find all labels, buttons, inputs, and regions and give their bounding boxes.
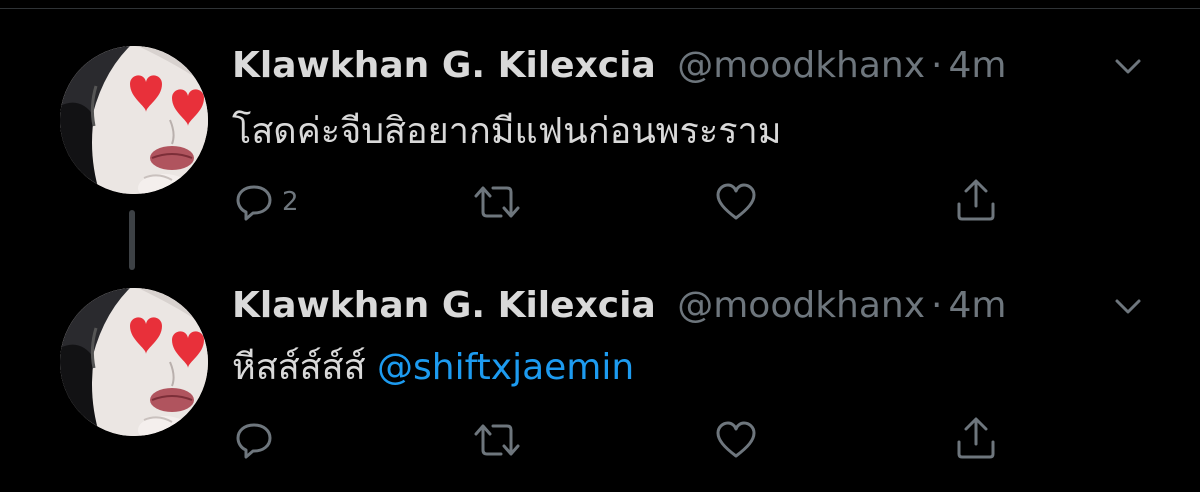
share-button[interactable] xyxy=(954,178,998,222)
heart-icon xyxy=(716,421,756,458)
share-icon xyxy=(957,179,995,221)
share-icon xyxy=(957,417,995,459)
avatar-image xyxy=(60,288,208,436)
timestamp[interactable]: 4m xyxy=(949,285,1007,326)
tweet-text: หีสส์ส์ส์ส์ @shiftxjaemin xyxy=(232,346,634,390)
reply-button[interactable]: 2 xyxy=(234,180,299,224)
reply-icon xyxy=(236,185,272,221)
tweet-text: โสดค่ะจีบสิอยากมีแฟนก่อนพระราม xyxy=(232,111,782,152)
heart-icon xyxy=(716,183,756,220)
reply-count: 2 xyxy=(282,187,299,217)
display-name[interactable]: Klawkhan G. Kilexcia xyxy=(232,285,656,326)
retweet-icon xyxy=(474,186,520,218)
separator-dot: · xyxy=(931,285,943,326)
avatar[interactable] xyxy=(60,46,208,194)
tweet-text-content: หีสส์ส์ส์ส์ xyxy=(232,347,366,388)
like-button[interactable] xyxy=(714,418,758,462)
retweet-icon xyxy=(474,424,520,456)
separator-dot: · xyxy=(931,45,943,86)
mention-link[interactable]: @shiftxjaemin xyxy=(377,347,634,388)
timestamp[interactable]: 4m xyxy=(949,45,1007,86)
thread-connector-line xyxy=(129,210,135,270)
tweet-header: Klawkhan G. Kilexcia @moodkhanx · 4m xyxy=(232,284,1006,328)
retweet-button[interactable] xyxy=(470,418,524,462)
tweet-header: Klawkhan G. Kilexcia @moodkhanx · 4m xyxy=(232,44,1006,88)
display-name[interactable]: Klawkhan G. Kilexcia xyxy=(232,45,656,86)
chevron-down-icon[interactable] xyxy=(1112,290,1144,322)
top-divider xyxy=(0,8,1200,9)
handle[interactable]: @moodkhanx xyxy=(677,45,925,86)
share-button[interactable] xyxy=(954,416,998,460)
retweet-button[interactable] xyxy=(470,180,524,224)
like-button[interactable] xyxy=(714,180,758,224)
reply-button[interactable] xyxy=(234,418,274,462)
chevron-down-icon[interactable] xyxy=(1112,50,1144,82)
reply-icon xyxy=(236,423,272,459)
avatar[interactable] xyxy=(60,288,208,436)
avatar-image xyxy=(60,46,208,194)
handle[interactable]: @moodkhanx xyxy=(677,285,925,326)
